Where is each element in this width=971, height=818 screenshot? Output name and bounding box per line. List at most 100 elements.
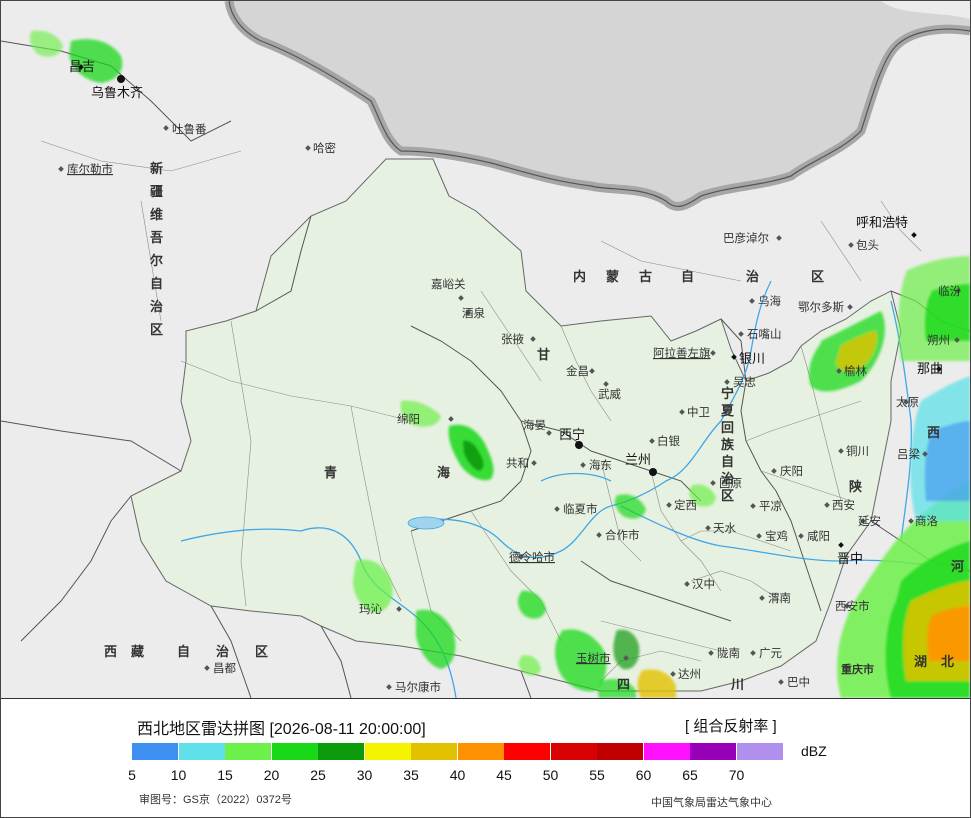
data-source: 中国气象局雷达气象中心 — [651, 797, 772, 809]
city-name: 吴忠 — [733, 376, 756, 389]
city-name: 金昌 — [566, 364, 589, 378]
province-label-gan: 甘 — [537, 347, 550, 362]
city-name: 酒泉 — [462, 306, 485, 320]
scale-tick: 20 — [263, 767, 280, 783]
city-name: 鄂尔多斯 — [798, 300, 844, 314]
svg-text:古: 古 — [639, 269, 652, 284]
city-1: 昌吉 — [69, 59, 95, 74]
map-approval-number: 审图号：GS京（2022）0372号 — [139, 794, 292, 806]
province-label-xi: 西 — [927, 425, 940, 440]
svg-text:回: 回 — [721, 420, 734, 435]
city-name: 吕梁 — [897, 447, 920, 461]
city-name: 武威 — [598, 388, 621, 401]
scale-tick: 40 — [449, 767, 466, 783]
city-46: 德令哈市 — [509, 550, 555, 564]
city-name: 德令哈市 — [509, 550, 555, 564]
svg-text:维: 维 — [150, 207, 163, 222]
province-label-si: 四 — [617, 677, 630, 692]
city-name: 哈密 — [313, 141, 336, 155]
city-name: 临夏市 — [563, 502, 598, 516]
city-name: 广元 — [759, 647, 782, 660]
scale-tick: 5 — [128, 767, 136, 783]
city-6: 酒泉 — [462, 306, 485, 320]
city-name: 昌吉 — [69, 59, 95, 74]
city-name: 达州 — [678, 667, 701, 681]
scale-swatch-3 — [271, 743, 318, 760]
city-name: 乌鲁木齐 — [91, 85, 143, 100]
city-38: 延安 — [858, 514, 881, 528]
city-name: 临汾 — [938, 284, 961, 298]
svg-text:内: 内 — [573, 269, 586, 284]
scale-swatch-1 — [178, 743, 225, 760]
city-10: 阿拉善左旗 — [653, 346, 716, 360]
radar-mosaic-frame: 新 疆 维 吾 尔 自 治 区 内 蒙 古 自 治 区 宁 夏 回 族 自 治 … — [0, 0, 971, 818]
province-label-qing: 青 — [324, 465, 337, 480]
city-name: 渭南 — [768, 591, 791, 605]
svg-text:西: 西 — [104, 644, 117, 659]
svg-text:区: 区 — [721, 488, 734, 503]
city-name: 库尔勒市 — [67, 162, 113, 176]
city-name: 中卫 — [687, 406, 710, 419]
city-name: 乌海 — [758, 294, 781, 308]
scale-ticks: 5 10 15 20 25 30 35 40 45 50 55 60 65 70 — [1, 767, 970, 785]
city-name: 宝鸡 — [765, 529, 788, 543]
city-name: 商洛 — [915, 514, 938, 528]
city-54: 临汾 — [938, 284, 961, 298]
scale-swatch-0 — [132, 743, 178, 760]
city-name: 吐鲁番 — [172, 122, 207, 136]
capital-marker — [575, 441, 583, 449]
svg-text:蒙: 蒙 — [606, 269, 619, 284]
city-name: 兰州 — [625, 452, 651, 467]
svg-text:治: 治 — [216, 644, 229, 659]
city-name: 银川 — [739, 351, 765, 366]
svg-text:自: 自 — [177, 644, 190, 659]
city-name: 嘉峪关 — [431, 277, 466, 291]
unit-label: dBZ — [801, 743, 827, 759]
scale-swatch-6 — [411, 743, 457, 760]
city-name: 晋中 — [837, 551, 863, 566]
scale-swatch-13 — [736, 743, 783, 760]
city-name: 榆林 — [844, 364, 867, 378]
color-scale — [132, 743, 783, 760]
city-name: 阿拉善左旗 — [653, 346, 711, 360]
city-49: 马尔康市 — [386, 680, 441, 694]
city-name: 玉树市 — [576, 651, 611, 665]
svg-text:藏: 藏 — [131, 644, 144, 659]
city-name: 包头 — [856, 239, 879, 252]
svg-text:夏: 夏 — [720, 403, 735, 418]
scale-swatch-7 — [457, 743, 504, 760]
city-name: 天水 — [713, 522, 736, 535]
city-name: 那曲 — [917, 361, 943, 376]
legend-panel: 西北地区雷达拼图 [2026-08-11 20:00:00] [ 组合反射率 ]… — [1, 698, 970, 817]
capital-marker — [649, 468, 657, 476]
scale-tick: 10 — [170, 767, 187, 783]
scale-swatch-8 — [504, 743, 550, 760]
svg-text:尔: 尔 — [150, 253, 163, 268]
scale-tick: 70 — [728, 767, 745, 783]
scale-tick: 65 — [682, 767, 698, 783]
svg-text:治: 治 — [150, 299, 163, 314]
city-57: 西安市 — [835, 599, 870, 613]
city-name: 合作市 — [605, 528, 640, 542]
scale-swatch-11 — [643, 743, 690, 760]
city-name: 共和 — [506, 457, 529, 470]
city-name: 呼和浩特 — [856, 215, 908, 230]
scale-tick: 30 — [356, 767, 373, 783]
product-name: [ 组合反射率 ] — [685, 718, 777, 735]
city-name: 绵阳 — [397, 412, 420, 426]
province-label-chongqing: 重庆市 — [841, 662, 874, 676]
province-label-bei: 北 — [941, 654, 954, 669]
city-name: 庆阳 — [780, 464, 803, 478]
svg-text:区: 区 — [811, 269, 824, 284]
svg-text:疆: 疆 — [150, 184, 163, 199]
province-label-chuan: 川 — [730, 677, 744, 692]
legend-title: 西北地区雷达拼图 [2026-08-11 20:00:00] — [137, 721, 426, 738]
svg-text:自: 自 — [150, 276, 163, 291]
province-label-hai: 海 — [437, 465, 450, 480]
city-name: 昌都 — [213, 662, 236, 675]
province-label-he: 河 — [951, 559, 964, 574]
svg-text:区: 区 — [150, 322, 163, 337]
svg-text:族: 族 — [721, 437, 735, 452]
city-name: 张掖 — [501, 332, 524, 346]
scale-tick: 50 — [542, 767, 559, 783]
